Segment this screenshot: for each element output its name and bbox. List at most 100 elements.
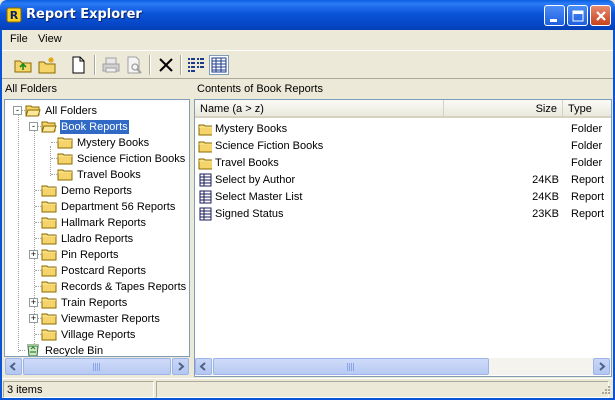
list-item[interactable]: Mystery Books Folder bbox=[195, 122, 611, 138]
tree-item-label: Lladro Reports bbox=[61, 233, 134, 245]
print-preview-button[interactable] bbox=[124, 55, 144, 75]
right-pane-header: Contents of Book Reports bbox=[194, 80, 613, 98]
list-item-type: Report bbox=[571, 208, 605, 220]
folder-icon bbox=[41, 249, 57, 261]
tree-item-label: Hallmark Reports bbox=[61, 217, 146, 229]
resize-grip-icon[interactable] bbox=[599, 384, 611, 396]
tree-item[interactable]: Mystery Books bbox=[5, 135, 189, 151]
details-view-icon bbox=[211, 57, 227, 73]
scroll-left-button[interactable] bbox=[195, 358, 212, 375]
tree-item[interactable]: Lladro Reports bbox=[5, 231, 189, 247]
title-bar[interactable]: R Report Explorer bbox=[0, 0, 615, 30]
tree-item-label: Travel Books bbox=[77, 169, 141, 181]
collapse-icon[interactable]: - bbox=[13, 106, 22, 115]
folder-icon bbox=[198, 158, 212, 170]
delete-button[interactable] bbox=[156, 55, 176, 75]
list-item-name: Mystery Books bbox=[215, 123, 288, 135]
tree-item[interactable]: + Train Reports bbox=[5, 295, 189, 311]
menu-view[interactable]: View bbox=[38, 33, 62, 45]
tree-item[interactable]: Travel Books bbox=[5, 167, 189, 183]
tree-item[interactable]: - Book Reports bbox=[5, 119, 189, 135]
tree-item[interactable]: Records & Tapes Reports bbox=[5, 279, 189, 295]
list-item-name: Select Master List bbox=[215, 191, 303, 203]
tree-item-label: Viewmaster Reports bbox=[61, 313, 160, 325]
scroll-thumb[interactable] bbox=[213, 358, 489, 375]
open-folder-icon bbox=[41, 121, 57, 133]
app-icon[interactable]: R bbox=[6, 7, 22, 23]
folder-icon bbox=[57, 153, 73, 165]
close-button[interactable] bbox=[590, 5, 611, 26]
tree-item[interactable]: Village Reports bbox=[5, 327, 189, 343]
folder-icon bbox=[41, 329, 57, 341]
tree-item-label: Mystery Books bbox=[77, 137, 150, 149]
list-horizontal-scrollbar[interactable] bbox=[195, 358, 611, 375]
new-folder-icon bbox=[38, 57, 56, 74]
folder-icon bbox=[41, 281, 57, 293]
scroll-right-button[interactable] bbox=[172, 358, 189, 375]
chevron-right-icon bbox=[178, 362, 185, 371]
list-item-size: 24KB bbox=[532, 191, 559, 203]
folder-icon bbox=[57, 169, 73, 181]
toolbar-separator bbox=[94, 55, 96, 75]
expand-icon[interactable]: + bbox=[29, 250, 38, 259]
list-item-type: Folder bbox=[571, 140, 603, 152]
column-header-size[interactable]: Size bbox=[444, 100, 563, 118]
list-view-button[interactable] bbox=[186, 55, 206, 75]
toolbar bbox=[2, 50, 613, 79]
new-folder-button[interactable] bbox=[37, 55, 57, 75]
tree-horizontal-scrollbar[interactable] bbox=[5, 358, 189, 375]
folder-icon bbox=[41, 233, 57, 245]
list-item-name: Travel Books bbox=[215, 157, 279, 169]
print-button[interactable] bbox=[101, 55, 121, 75]
list-item-size: 23KB bbox=[532, 208, 559, 220]
tree-item-label: Postcard Reports bbox=[61, 265, 146, 277]
tree-item[interactable]: Science Fiction Books bbox=[5, 151, 189, 167]
tree-item[interactable]: Recycle Bin bbox=[5, 343, 189, 356]
up-folder-button[interactable] bbox=[13, 55, 33, 75]
tree-item-label: Pin Reports bbox=[61, 249, 119, 261]
expand-icon[interactable]: + bbox=[29, 314, 38, 323]
tree-item[interactable]: Department 56 Reports bbox=[5, 199, 189, 215]
new-report-button[interactable] bbox=[68, 55, 88, 75]
list-item[interactable]: Signed Status 23KB Report bbox=[195, 207, 611, 223]
minimize-button[interactable] bbox=[544, 5, 565, 26]
tree-item[interactable]: Hallmark Reports bbox=[5, 215, 189, 231]
list-item-name: Signed Status bbox=[215, 208, 284, 220]
collapse-icon[interactable]: - bbox=[29, 122, 38, 131]
tree-item-label: Science Fiction Books bbox=[77, 153, 186, 165]
scroll-thumb[interactable] bbox=[23, 358, 171, 375]
tree-item-label: Demo Reports bbox=[61, 185, 132, 197]
scroll-right-button[interactable] bbox=[593, 358, 610, 375]
list-item[interactable]: Select Master List 24KB Report bbox=[195, 190, 611, 206]
column-header-name[interactable]: Name (a > z) bbox=[195, 100, 444, 118]
expand-icon[interactable]: + bbox=[29, 298, 38, 307]
scroll-left-button[interactable] bbox=[5, 358, 22, 375]
list-item[interactable]: Science Fiction Books Folder bbox=[195, 139, 611, 155]
list-item-type: Report bbox=[571, 191, 605, 203]
menu-bar: File View bbox=[2, 30, 613, 50]
tree-item-label: All Folders bbox=[45, 105, 97, 117]
tree-item[interactable]: + Pin Reports bbox=[5, 247, 189, 263]
list-item-size: 24KB bbox=[532, 174, 559, 186]
maximize-button[interactable] bbox=[567, 5, 588, 26]
delete-icon bbox=[159, 58, 173, 72]
folder-icon bbox=[41, 265, 57, 277]
details-view-button[interactable] bbox=[209, 55, 229, 75]
tree-item[interactable]: + Viewmaster Reports bbox=[5, 311, 189, 327]
report-icon bbox=[199, 190, 212, 204]
folder-tree[interactable]: - All Folders - Book Reports Mystery Books Sc… bbox=[4, 99, 190, 357]
contents-list[interactable]: Name (a > z) Size Type Mystery Books Fold… bbox=[194, 99, 612, 377]
menu-file[interactable]: File bbox=[10, 33, 28, 45]
folder-icon bbox=[57, 137, 73, 149]
tree-item[interactable]: Postcard Reports bbox=[5, 263, 189, 279]
tree-item-label: Village Reports bbox=[61, 329, 136, 341]
column-header-type[interactable]: Type bbox=[563, 100, 611, 118]
tree-item-label: Records & Tapes Reports bbox=[61, 281, 187, 293]
list-item[interactable]: Select by Author 24KB Report bbox=[195, 173, 611, 189]
print-preview-icon bbox=[127, 56, 142, 74]
left-pane-header: All Folders bbox=[2, 80, 189, 98]
tree-item[interactable]: Demo Reports bbox=[5, 183, 189, 199]
tree-item[interactable]: - All Folders bbox=[5, 103, 189, 119]
chevron-left-icon bbox=[9, 362, 16, 371]
list-item[interactable]: Travel Books Folder bbox=[195, 156, 611, 172]
